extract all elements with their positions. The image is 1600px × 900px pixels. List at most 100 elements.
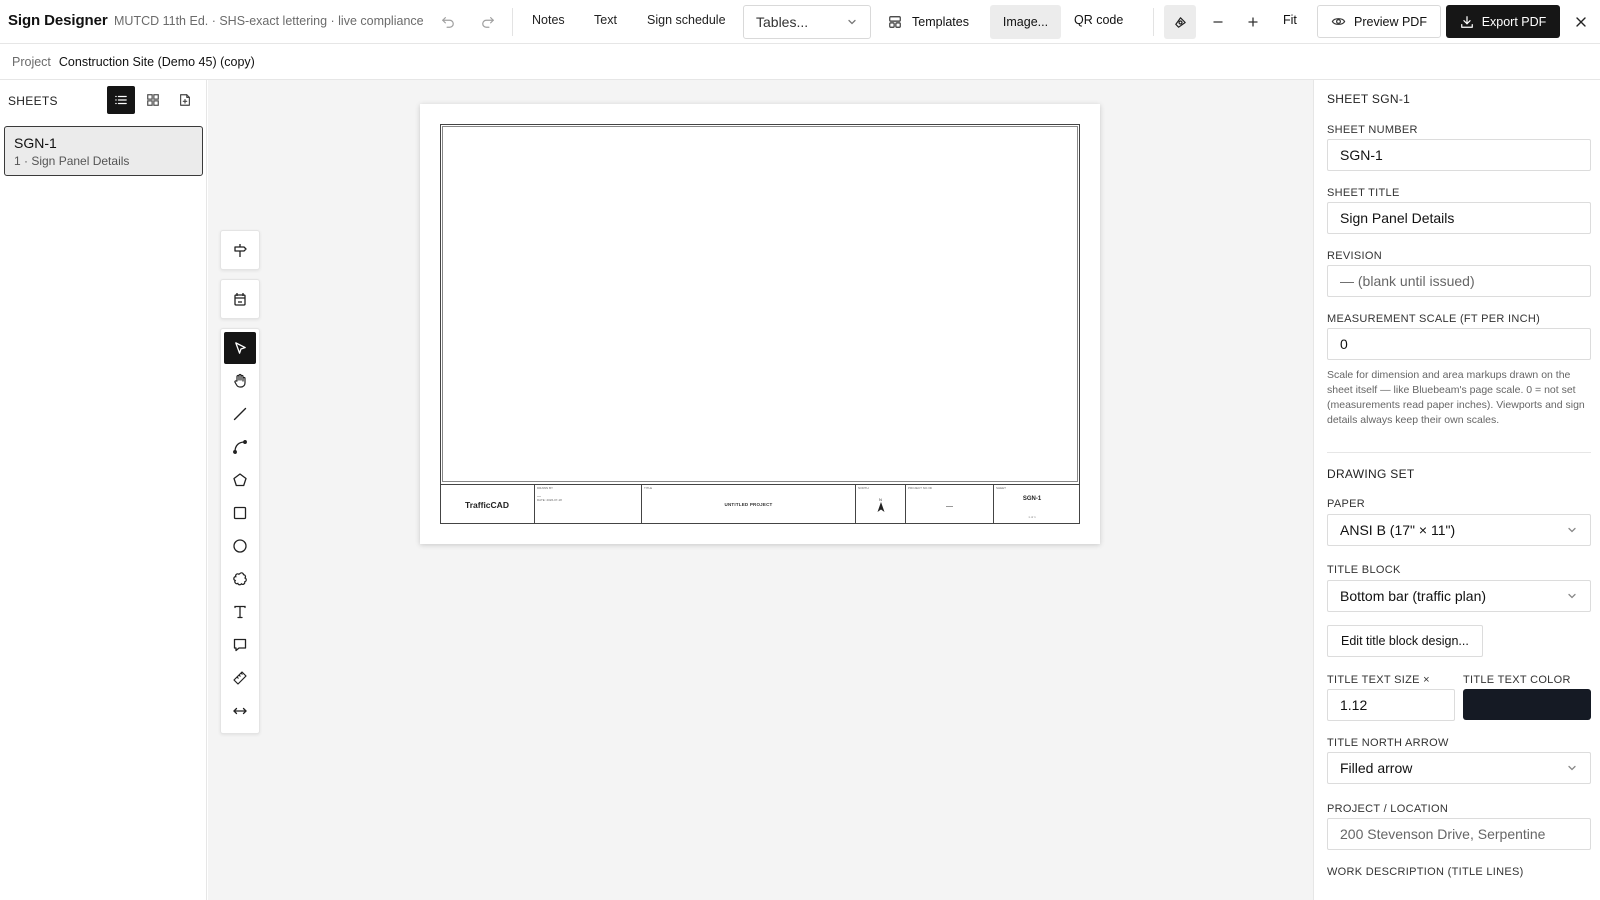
toolbar-divider [512,8,513,36]
callout-tool-button[interactable] [224,629,256,661]
sign-schedule-button[interactable]: Sign schedule [647,13,726,27]
measurement-scale-help: Scale for dimension and area markups dra… [1327,369,1585,426]
title-block-select[interactable]: Bottom bar (traffic plan) [1327,580,1591,612]
undo-button[interactable] [433,7,463,37]
project-location-label: PROJECT / LOCATION [1327,803,1449,815]
hand-icon [232,373,248,389]
north-arrow-value: Filled arrow [1340,760,1413,776]
cloud-icon [232,571,248,587]
close-button[interactable] [1566,7,1596,37]
sheet-label: SHEET [996,486,1007,490]
app-subtitle: MUTCD 11th Ed. · SHS-exact lettering · l… [114,14,424,28]
sheet-title-field[interactable]: Sign Panel Details [1327,202,1591,234]
sheet-number-label: SHEET NUMBER [1327,124,1418,136]
snap-toggle-button[interactable] [1164,5,1196,39]
project-location-value: 200 Stevenson Drive, Serpentine [1340,826,1546,842]
title-north-arrow-label: TITLE NORTH ARROW [1327,737,1449,749]
paper-label: PAPER [1327,498,1365,510]
export-pdf-button[interactable]: Export PDF [1446,5,1560,38]
paper-select[interactable]: ANSI B (17" × 11") [1327,514,1591,546]
square-icon [232,505,248,521]
sheet-properties-panel: SHEET SGN-1 SHEET NUMBER SGN-1 SHEET TIT… [1313,80,1600,900]
title-block-north-cell: NORTH N [856,485,906,524]
measurement-scale-field[interactable]: 0 [1327,328,1591,360]
undo-icon [441,15,455,29]
sheet-list-item[interactable]: SGN-1 1 · Sign Panel Details [4,126,203,176]
sheets-header: SHEETS [8,94,58,108]
north-arrow-icon [877,501,885,513]
title-block-project-name: UNTITLED PROJECT [724,502,773,507]
sheet-title: 1 · Sign Panel Details [14,154,130,168]
stamp-icon [232,291,248,307]
title-text-color-swatch[interactable] [1463,689,1591,720]
dimension-tool-button[interactable] [224,695,256,727]
pentagon-icon [232,472,248,488]
north-arrow-select[interactable]: Filled arrow [1327,752,1591,784]
revision-field[interactable]: — (blank until issued) [1327,265,1591,297]
zoom-in-button[interactable] [1238,7,1268,37]
toolbar-divider [1153,8,1154,36]
text-tool-button[interactable] [224,596,256,628]
app-title: Sign Designer [8,12,108,29]
curve-tool-button[interactable] [224,431,256,463]
title-block[interactable]: TrafficCAD DRAWN BY — DATE: 2026-07-18 T… [440,484,1080,524]
sign-tool-button[interactable] [224,234,256,266]
sheet-title-value: Sign Panel Details [1340,210,1455,226]
qr-code-button[interactable]: QR code [1074,13,1123,27]
project-no-value: — [946,503,953,510]
measurement-scale-value: 0 [1340,336,1348,352]
sheet-number: SGN-1 [14,135,57,151]
drawing-set-heading: DRAWING SET [1327,467,1415,481]
sheet-paper[interactable]: TrafficCAD DRAWN BY — DATE: 2026-07-18 T… [420,104,1100,544]
signpost-icon [232,242,248,258]
polygon-tool-button[interactable] [224,464,256,496]
measure-tool-button[interactable] [224,662,256,694]
sheet-number-field[interactable]: SGN-1 [1327,139,1591,171]
drawing-area[interactable] [442,126,1078,482]
stamp-tool-button[interactable] [224,283,256,315]
project-label: Project [12,54,51,69]
text-button[interactable]: Text [594,13,617,27]
add-sheet-button[interactable] [171,86,199,114]
revision-placeholder: — (blank until issued) [1340,273,1475,289]
ellipse-tool-button[interactable] [224,530,256,562]
preview-pdf-label: Preview PDF [1354,14,1427,29]
templates-button[interactable]: Templates [880,5,977,39]
preview-pdf-button[interactable]: Preview PDF [1317,5,1441,38]
image-button[interactable]: Image... [990,5,1061,39]
templates-icon [888,15,902,29]
revision-label: REVISION [1327,250,1382,262]
title-text-size-field[interactable]: 1.12 [1327,689,1455,721]
rectangle-tool-button[interactable] [224,497,256,529]
list-view-button[interactable] [107,86,135,114]
drawing-canvas[interactable]: TrafficCAD DRAWN BY — DATE: 2026-07-18 T… [208,80,1313,900]
title-text-size-label: TITLE TEXT SIZE × [1327,674,1430,686]
snap-icon [1173,15,1188,30]
line-tool-button[interactable] [224,398,256,430]
title-block-value: Bottom bar (traffic plan) [1340,588,1487,604]
speech-bubble-icon [232,637,248,653]
add-sheet-icon [178,93,192,107]
sheet-title-label: SHEET TITLE [1327,187,1400,199]
tables-select[interactable]: Tables... [743,5,871,39]
notes-button[interactable]: Notes [532,13,565,27]
zoom-out-button[interactable] [1203,7,1233,37]
project-bar: Project Construction Site (Demo 45) (cop… [0,44,1600,80]
circle-icon [232,538,248,554]
tool-group-stamps [220,279,260,319]
pan-tool-button[interactable] [224,365,256,397]
panel-heading: SHEET SGN-1 [1327,92,1411,106]
panel-divider [1327,452,1591,453]
grid-view-button[interactable] [139,86,167,114]
chevron-down-icon [1566,762,1578,774]
select-tool-button[interactable] [224,332,256,364]
project-name[interactable]: Construction Site (Demo 45) (copy) [59,55,255,69]
cloud-tool-button[interactable] [224,563,256,595]
fit-button[interactable]: Fit [1283,13,1297,27]
download-icon [1460,15,1474,29]
project-location-field[interactable]: 200 Stevenson Drive, Serpentine [1327,818,1591,850]
title-block-sheet-of: 1 of 1 [1028,515,1036,519]
edit-title-block-button[interactable]: Edit title block design... [1327,625,1483,657]
redo-button[interactable] [473,7,503,37]
tool-group-signs [220,230,260,270]
